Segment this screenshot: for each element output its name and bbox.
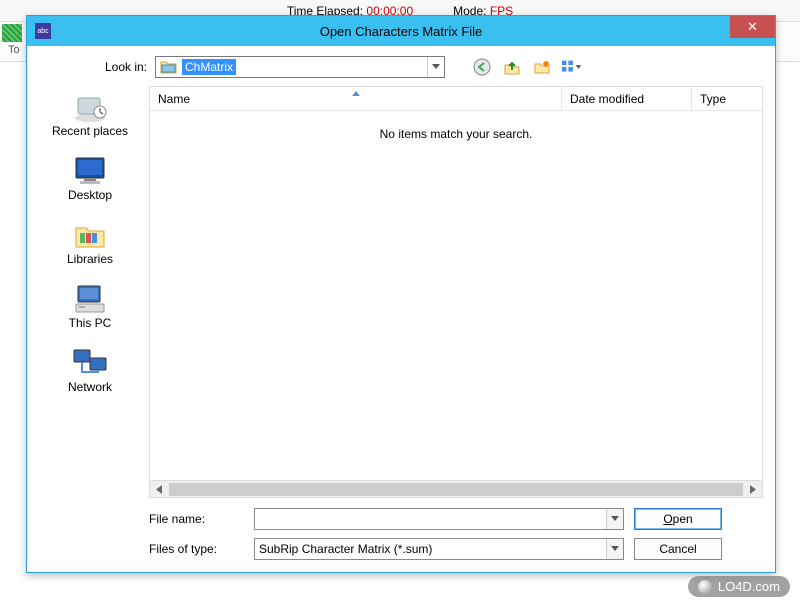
scroll-left-icon[interactable] xyxy=(152,483,167,496)
column-type[interactable]: Type xyxy=(692,87,762,110)
background-swatch-icon xyxy=(2,24,22,42)
chevron-down-icon[interactable] xyxy=(606,509,623,529)
close-icon: ✕ xyxy=(747,19,758,35)
lookin-row: Look in: ChMatrix xyxy=(39,56,763,86)
places-desktop[interactable]: Desktop xyxy=(39,150,141,208)
places-network[interactable]: Network xyxy=(39,342,141,400)
folder-icon xyxy=(160,59,178,75)
watermark: LO4D.com xyxy=(688,576,790,597)
chevron-down-icon[interactable] xyxy=(606,539,623,559)
places-label: Recent places xyxy=(52,124,128,138)
list-header: Name Date modified Type xyxy=(150,87,762,111)
list-body[interactable]: No items match your search. xyxy=(150,111,762,480)
close-button[interactable]: ✕ xyxy=(730,16,775,38)
places-libraries[interactable]: Libraries xyxy=(39,214,141,272)
file-list: Name Date modified Type No items match y… xyxy=(149,86,763,498)
view-menu-button[interactable] xyxy=(561,56,583,78)
places-label: Network xyxy=(68,380,112,394)
new-folder-button[interactable] xyxy=(531,56,553,78)
scroll-right-icon[interactable] xyxy=(745,483,760,496)
column-type-label: Type xyxy=(700,92,726,106)
filename-label: File name: xyxy=(149,512,244,526)
places-label: This PC xyxy=(69,316,112,330)
back-button[interactable] xyxy=(471,56,493,78)
thispc-icon xyxy=(70,282,110,316)
libraries-icon xyxy=(70,218,110,252)
lookin-toolbar xyxy=(471,56,583,78)
filename-row: File name: Open xyxy=(149,508,763,530)
network-icon xyxy=(70,346,110,380)
desktop-icon xyxy=(70,154,110,188)
horizontal-scrollbar[interactable] xyxy=(150,480,762,497)
places-label: Libraries xyxy=(67,252,113,266)
dialog-title-bar[interactable]: abc Open Characters Matrix File ✕ xyxy=(27,16,775,46)
up-one-level-button[interactable] xyxy=(501,56,523,78)
filetype-label: Files of type: xyxy=(149,542,244,556)
open-file-dialog: abc Open Characters Matrix File ✕ Look i… xyxy=(26,15,776,573)
places-label: Desktop xyxy=(68,188,112,202)
background-small-label: To xyxy=(8,44,20,56)
lookin-combo[interactable]: ChMatrix xyxy=(155,56,445,78)
filetype-select[interactable]: SubRip Character Matrix (*.sum) xyxy=(254,538,624,560)
scroll-thumb[interactable] xyxy=(169,483,743,496)
filetype-value: SubRip Character Matrix (*.sum) xyxy=(259,542,432,556)
chevron-down-icon[interactable] xyxy=(427,57,444,77)
places-thispc[interactable]: This PC xyxy=(39,278,141,336)
places-recent[interactable]: Recent places xyxy=(39,86,141,144)
watermark-ball-icon xyxy=(698,580,712,594)
empty-message: No items match your search. xyxy=(150,127,762,141)
filetype-row: Files of type: SubRip Character Matrix (… xyxy=(149,538,763,560)
column-name-label: Name xyxy=(158,92,190,106)
column-date-modified[interactable]: Date modified xyxy=(562,87,692,110)
places-bar: Recent places Desktop xyxy=(39,86,141,498)
cancel-button[interactable]: Cancel xyxy=(634,538,722,560)
cancel-label: Cancel xyxy=(659,542,696,556)
dialog-body: Look in: ChMatrix xyxy=(27,46,775,572)
main-area: Recent places Desktop xyxy=(39,86,763,498)
open-button[interactable]: Open xyxy=(634,508,722,530)
filename-input[interactable] xyxy=(254,508,624,530)
watermark-text: LO4D.com xyxy=(718,579,780,594)
lookin-label: Look in: xyxy=(97,60,147,74)
column-date-label: Date modified xyxy=(570,92,644,106)
column-name[interactable]: Name xyxy=(150,87,562,110)
dialog-title: Open Characters Matrix File xyxy=(27,24,775,39)
recent-places-icon xyxy=(70,90,110,124)
lookin-value: ChMatrix xyxy=(182,59,236,75)
bottom-controls: File name: Open Files of type: SubRip Ch… xyxy=(39,508,763,560)
sort-ascending-icon xyxy=(352,86,360,100)
